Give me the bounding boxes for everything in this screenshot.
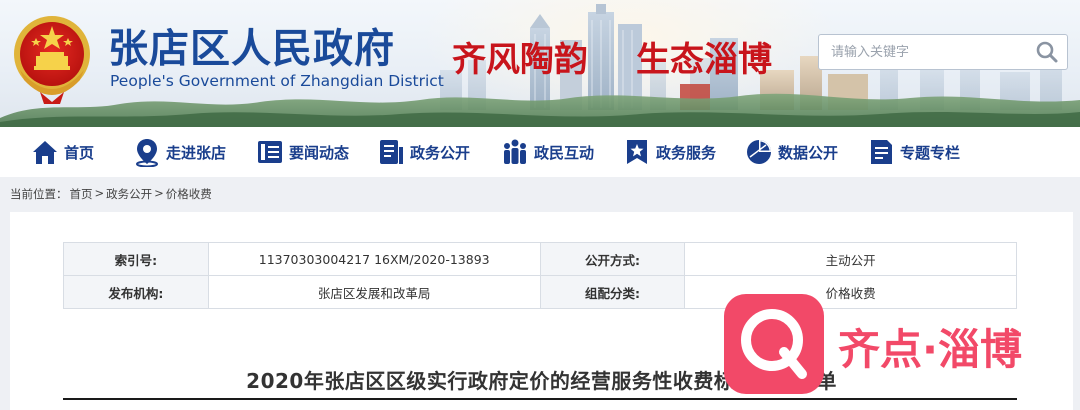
category-label: 组配分类:: [539, 275, 686, 309]
nav-item-services[interactable]: 政务服务: [622, 127, 716, 177]
breadcrumb: 当前位置： 首页 > 政务公开 > 价格收费: [10, 186, 212, 202]
index-number-label: 索引号:: [63, 242, 209, 276]
nav-label: 政务公开: [410, 143, 471, 162]
nav-label: 要闻动态: [289, 143, 350, 162]
site-subtitle: People's Government of Zhangdian Distric…: [110, 72, 444, 90]
breadcrumb-separator: >: [94, 186, 105, 200]
breadcrumb-home-link[interactable]: 首页: [70, 186, 93, 202]
search-icon[interactable]: [1033, 39, 1061, 65]
watermark-badge: [724, 294, 824, 394]
nav-item-about[interactable]: 走进张店: [132, 127, 226, 177]
disclosure-method-value: 主动公开: [684, 242, 1017, 276]
nav-item-data[interactable]: 数据公开: [744, 127, 838, 177]
file-list-icon: [871, 140, 892, 164]
title-divider: [63, 398, 1017, 400]
site-title: 张店区人民政府: [108, 25, 395, 72]
breadcrumb-price-fees-link[interactable]: 价格收费: [166, 186, 212, 202]
breadcrumb-prefix: 当前位置：: [10, 187, 68, 201]
bookmark-star-icon: [627, 140, 647, 164]
watermark-logo: 齐点·淄博: [724, 294, 1064, 394]
people-icon: [504, 139, 526, 164]
national-emblem-icon: [14, 16, 90, 104]
publisher-value: 张店区发展和改革局: [207, 275, 541, 309]
nav-label: 数据公开: [778, 143, 839, 162]
home-icon: [33, 141, 57, 164]
main-nav: 首页 走进张店 要闻动态 政务公开 政民互动 政务服务 数据公开 专题专栏: [0, 127, 1080, 177]
location-pin-icon: [136, 139, 158, 167]
nav-item-topics[interactable]: 专题专栏: [866, 127, 960, 177]
breadcrumb-separator: >: [154, 186, 164, 200]
index-number-value: 11370303004217 16XM/2020-13893: [207, 242, 541, 276]
search-box: [818, 34, 1068, 70]
nav-label: 政民互动: [534, 143, 595, 162]
nav-item-news[interactable]: 要闻动态: [255, 127, 349, 177]
nav-label: 走进张店: [166, 143, 227, 162]
search-input[interactable]: [819, 35, 1029, 69]
q-logo-icon: [741, 309, 807, 379]
site-header: 张店区人民政府 People's Government of Zhangdian…: [0, 0, 1080, 127]
disclosure-method-label: 公开方式:: [539, 242, 686, 276]
nav-item-interaction[interactable]: 政民互动: [500, 127, 594, 177]
nav-item-gov-affairs[interactable]: 政务公开: [376, 127, 470, 177]
slogan-part-2: 生态淄博: [636, 40, 772, 80]
nav-label: 专题专栏: [900, 143, 961, 162]
watermark-text: 齐点·淄博: [838, 325, 1022, 374]
nav-label: 首页: [64, 143, 95, 162]
breadcrumb-gov-affairs-link[interactable]: 政务公开: [106, 186, 152, 202]
table-row: 索引号: 11370303004217 16XM/2020-13893 公开方式…: [63, 242, 1017, 276]
document-icon: [380, 140, 403, 164]
nav-item-home[interactable]: 首页: [30, 127, 94, 177]
publisher-label: 发布机构:: [63, 275, 209, 309]
nav-label: 政务服务: [656, 143, 717, 162]
slogan-part-1: 齐风陶韵: [452, 40, 588, 80]
pie-chart-icon: [747, 140, 771, 164]
news-icon: [258, 141, 282, 163]
